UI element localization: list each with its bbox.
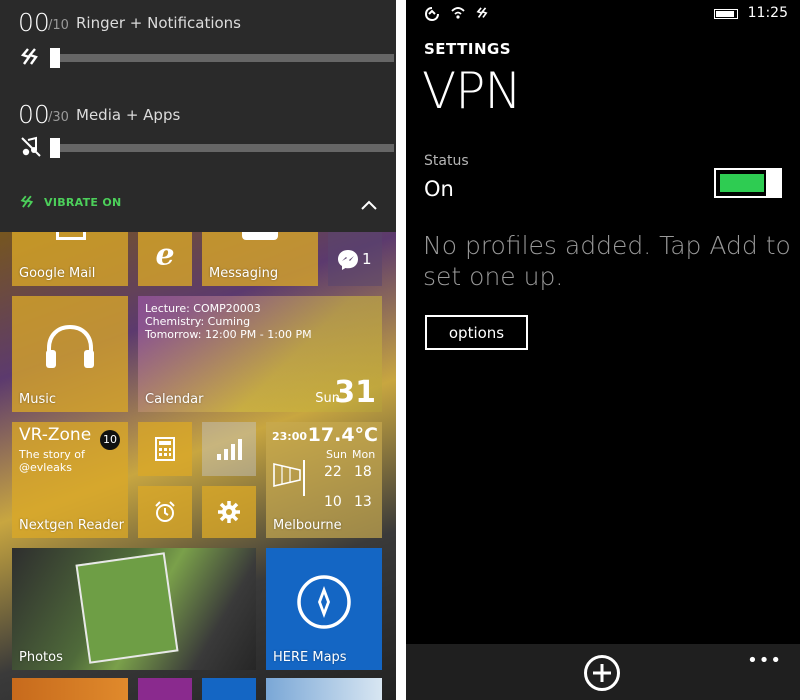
empty-profiles-message: No profiles added. Tap Add to set one up… [423, 231, 791, 291]
status-value: On [424, 177, 454, 201]
vpn-settings-screen: 11:25 SETTINGS VPN Status On No profiles… [406, 0, 800, 700]
add-button[interactable] [584, 655, 620, 691]
more-options-button[interactable]: ••• [747, 650, 782, 671]
nextgen-line-2: @evleaks [19, 461, 72, 474]
calendar-event-3: Tomorrow: 12:00 PM - 1:00 PM [145, 328, 312, 341]
internet-explorer-icon: e [155, 237, 175, 273]
ringer-slider-thumb[interactable] [50, 48, 60, 68]
vibrate-status-icon [476, 7, 488, 18]
tile-messenger[interactable]: 1 [328, 232, 382, 286]
music-muted-icon[interactable] [20, 136, 42, 158]
battery-icon [714, 9, 738, 19]
tile-bottom-4[interactable] [266, 678, 382, 700]
weather-day-1: Sun [326, 448, 347, 461]
vibrate-toggle[interactable]: VIBRATE ON [20, 194, 122, 210]
vpn-toggle-switch[interactable] [714, 168, 782, 198]
vibrate-on-icon [20, 195, 34, 208]
tile-bottom-2[interactable] [138, 678, 192, 700]
nextgen-line-1: The story of [19, 448, 85, 461]
tile-photos-label: Photos [19, 650, 63, 665]
photo-carton-image [75, 552, 179, 664]
messenger-count: 1 [362, 250, 372, 268]
media-volume-row: 00 /30 Media + Apps [18, 100, 394, 170]
status-bar: 11:25 [406, 0, 800, 28]
toggle-knob[interactable] [766, 168, 782, 198]
tile-calendar[interactable]: Lecture: COMP20003 Chemistry: Cuming Tom… [138, 296, 382, 412]
tile-data-sense[interactable] [202, 422, 256, 476]
app-title: SETTINGS [424, 40, 512, 58]
alarm-clock-icon [155, 501, 175, 522]
ringer-volume-row: 00 /10 Ringer + Notifications [18, 8, 394, 78]
weather-low-2: 13 [354, 494, 372, 510]
notification-icon [424, 7, 439, 21]
tile-here-maps[interactable]: HERE Maps [266, 548, 382, 670]
toggle-fill [720, 174, 764, 192]
media-volume-max: /30 [48, 110, 69, 125]
tile-alarms[interactable] [138, 486, 192, 538]
page-title: VPN [422, 62, 522, 120]
weather-day-2: Mon [352, 448, 376, 461]
media-slider-thumb[interactable] [50, 138, 60, 158]
ringer-volume-value: 00 [18, 8, 50, 37]
tile-calendar-label: Calendar [145, 392, 204, 407]
tile-settings[interactable] [202, 486, 256, 538]
ringer-volume-max: /10 [48, 18, 69, 33]
clock: 11:25 [747, 5, 788, 21]
ringer-volume-slider[interactable] [50, 48, 394, 68]
wifi-icon [451, 7, 465, 19]
tile-google-mail-label: Google Mail [19, 266, 96, 281]
tile-music-label: Music [19, 392, 56, 407]
vibrate-label: VIBRATE ON [44, 195, 122, 209]
vibrate-icon[interactable] [20, 46, 42, 68]
nextgen-title: VR-Zone [19, 425, 92, 445]
tile-photos[interactable]: Photos [12, 548, 256, 670]
calendar-event-2: Chemistry: Cuming [145, 315, 251, 328]
tile-messaging-label: Messaging [209, 266, 279, 281]
media-volume-label: Media + Apps [76, 106, 181, 124]
options-button[interactable]: options [425, 315, 528, 350]
tile-nextgen-reader[interactable]: VR-Zone 10 The story of @evleaks Nextgen… [12, 422, 128, 538]
tile-bottom-3[interactable] [202, 678, 256, 700]
windsock-icon [273, 460, 305, 496]
tile-here-maps-label: HERE Maps [273, 650, 347, 665]
weather-high-2: 18 [354, 464, 372, 480]
chevron-up-icon[interactable] [360, 198, 378, 212]
status-caption: Status [424, 153, 469, 169]
plus-icon [593, 664, 611, 682]
weather-time: 23:00 [272, 430, 308, 443]
weather-high-1: 22 [324, 464, 342, 480]
tile-music[interactable]: Music [12, 296, 128, 412]
ringer-volume-label: Ringer + Notifications [76, 14, 241, 32]
gear-icon [218, 501, 240, 523]
tile-weather[interactable]: 23:00 17.4°C Sun Mon 22 18 10 13 Melbour… [266, 422, 382, 538]
messenger-icon [338, 250, 358, 270]
media-volume-slider[interactable] [50, 138, 394, 158]
app-bar: ••• [406, 644, 800, 700]
weather-low-1: 10 [324, 494, 342, 510]
nextgen-badge: 10 [100, 430, 120, 450]
calendar-date: 31 [334, 375, 376, 410]
headphones-icon [46, 325, 94, 369]
calendar-event-1: Lecture: COMP20003 [145, 302, 261, 315]
tile-grid: Google Mail e Messaging 1 Music Lecture:… [0, 212, 396, 700]
media-volume-value: 00 [18, 100, 50, 129]
tile-calculator[interactable] [138, 422, 192, 476]
signal-bars-icon [217, 439, 242, 460]
tile-weather-label: Melbourne [273, 518, 342, 533]
weather-temp: 17.4°C [307, 424, 378, 446]
volume-panel: 00 /10 Ringer + Notifications 00 /30 Med… [0, 0, 396, 232]
tile-bottom-1[interactable] [12, 678, 128, 700]
tile-nextgen-label: Nextgen Reader [19, 518, 124, 533]
start-screen: 00 /10 Ringer + Notifications 00 /30 Med… [0, 0, 396, 700]
calculator-icon [155, 437, 175, 461]
compass-icon [297, 574, 351, 629]
